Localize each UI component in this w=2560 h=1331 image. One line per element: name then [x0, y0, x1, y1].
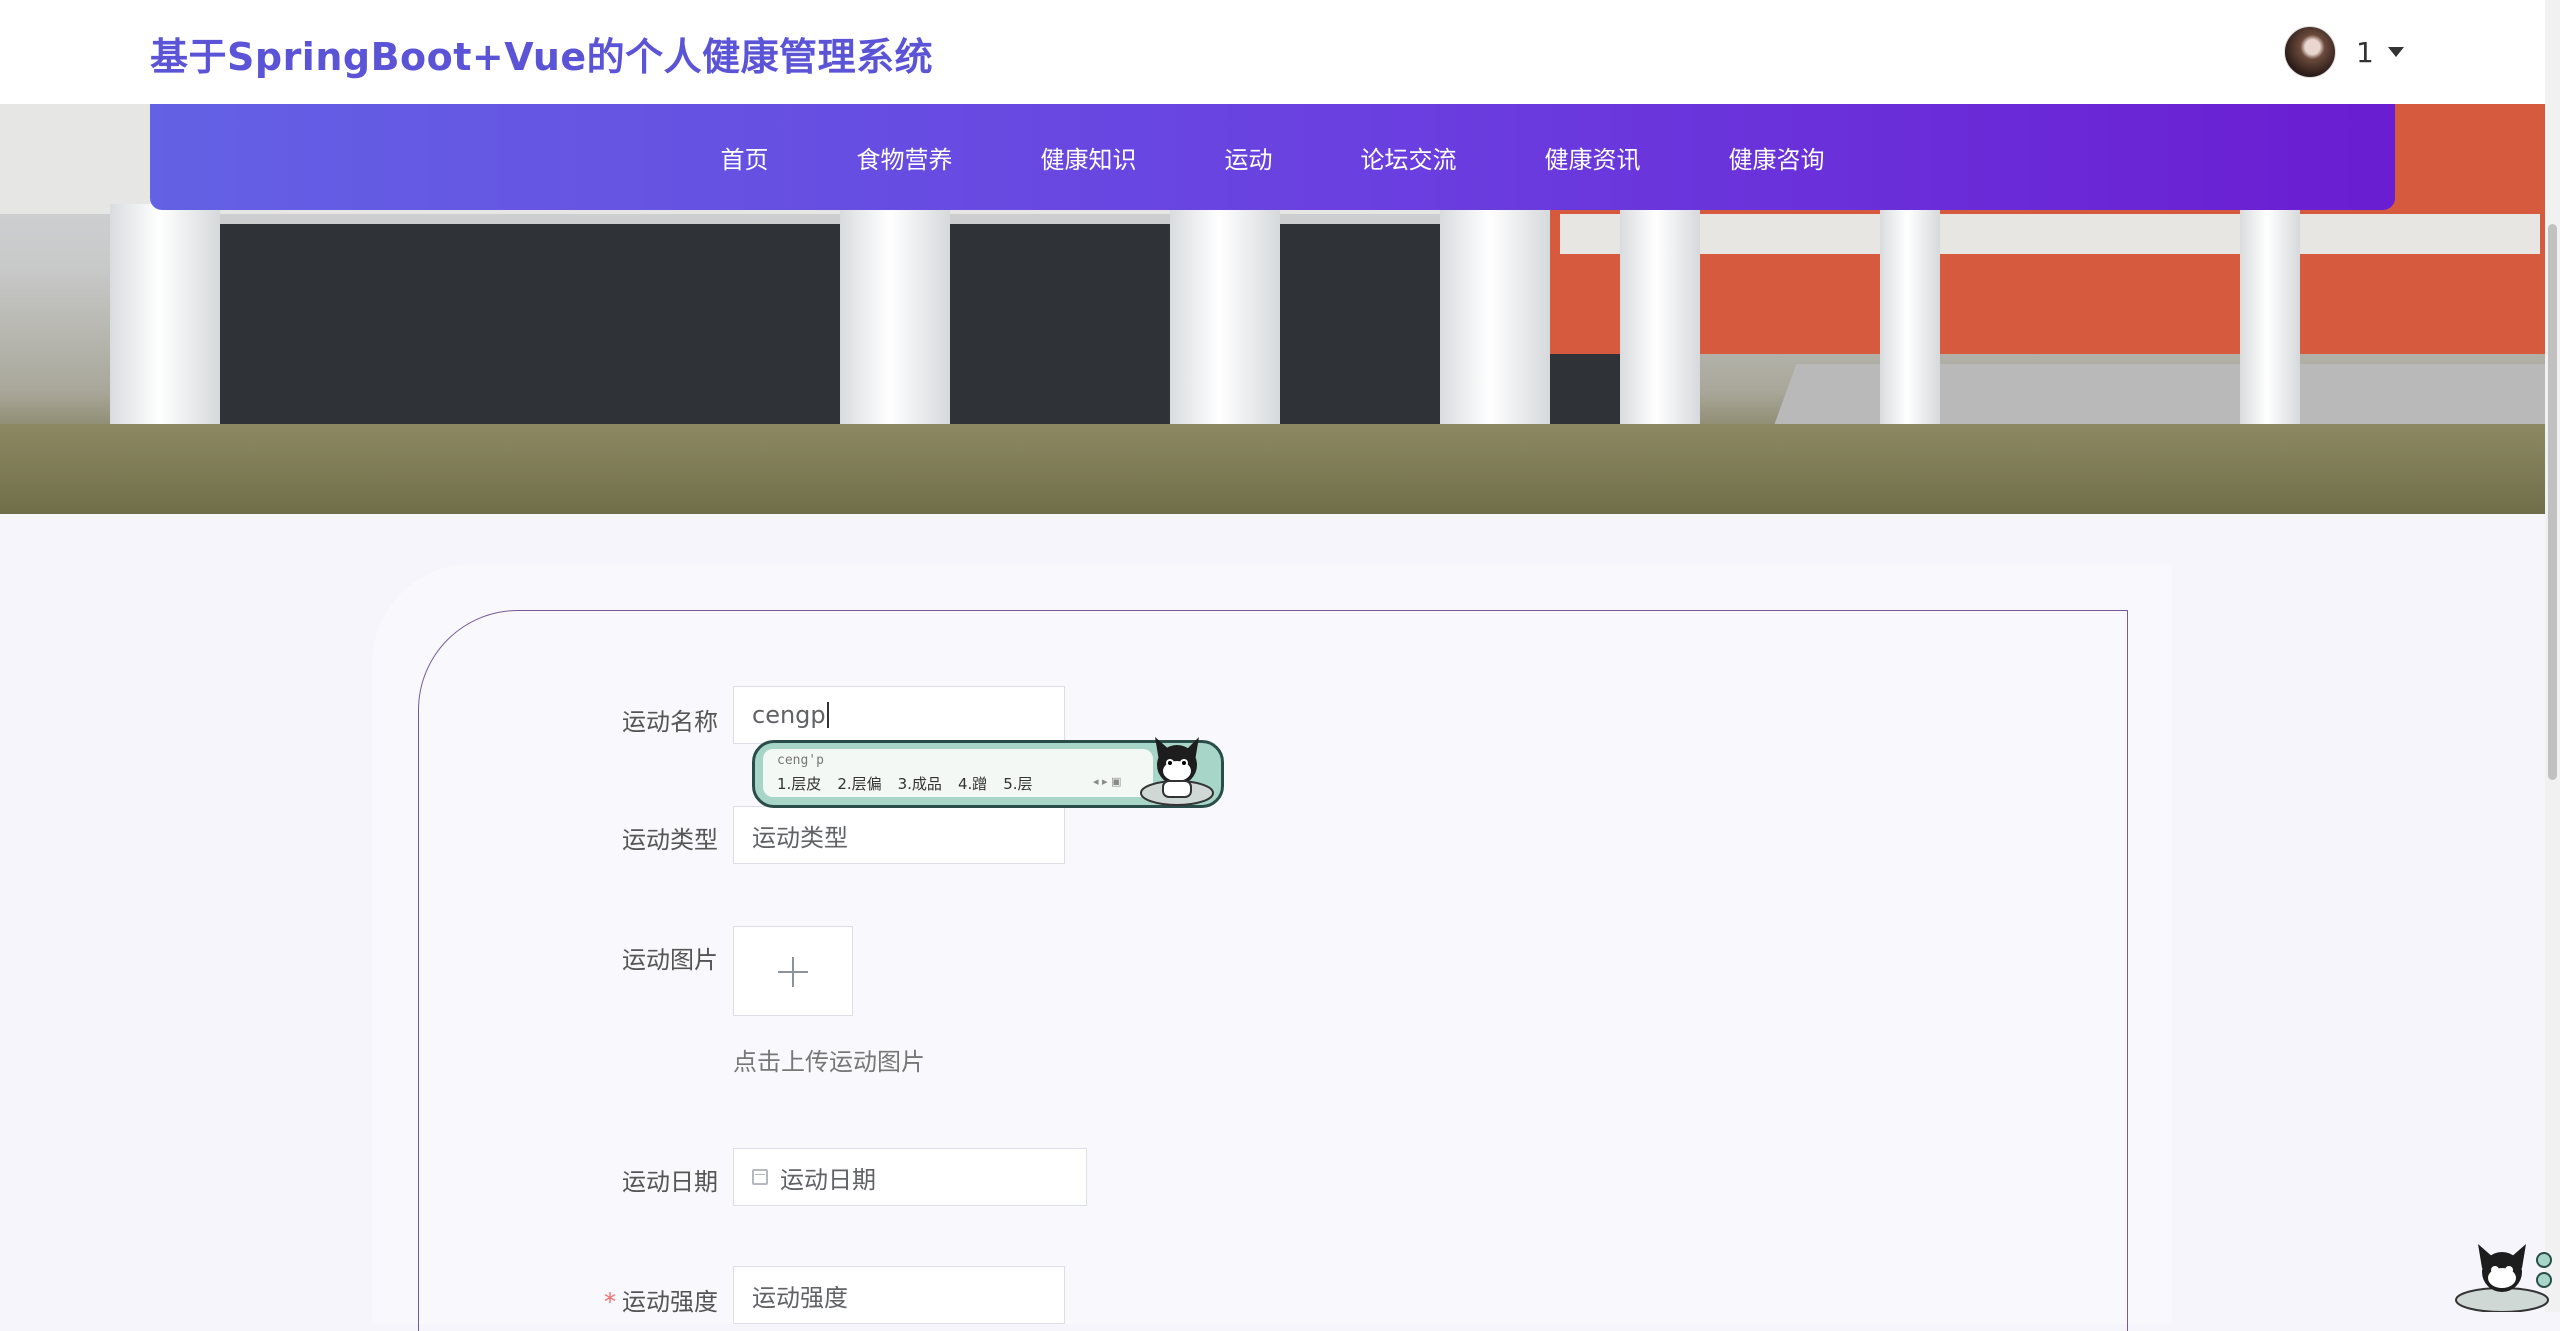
site-title: 基于SpringBoot+Vue的个人健康管理系统	[150, 35, 934, 79]
avatar[interactable]	[2284, 26, 2336, 78]
image-upload-button[interactable]	[733, 926, 853, 1016]
main-nav: 首页 食物营养 健康知识 运动 论坛交流 健康资讯 健康咨询	[150, 104, 2395, 210]
corner-cat-mascot-icon[interactable]	[2452, 1240, 2552, 1312]
exercise-type-label: 运动类型	[622, 826, 718, 854]
ime-panel: ceng'p 1.层皮 2.层偏 3.成品 4.蹭 5.层 ◂ ▸ ▣	[763, 749, 1153, 797]
user-menu[interactable]: 1	[2284, 26, 2404, 78]
nav-item[interactable]: 健康资讯	[1501, 140, 1685, 175]
top-header: 基于SpringBoot+Vue的个人健康管理系统 1	[0, 0, 2545, 104]
nav-item[interactable]: 运动	[1181, 140, 1317, 175]
exercise-date-picker[interactable]: 运动日期	[733, 1148, 1087, 1206]
scrollbar-thumb[interactable]	[2548, 224, 2557, 780]
banner-image-ledge	[1560, 214, 2540, 254]
exercise-intensity-input[interactable]: 运动强度	[733, 1266, 1065, 1324]
ime-candidate[interactable]: 5.层	[1003, 775, 1032, 793]
exercise-date-label: 运动日期	[622, 1168, 718, 1196]
exercise-name-label: 运动名称	[622, 708, 718, 736]
exercise-type-input[interactable]: 运动类型	[733, 806, 1065, 864]
banner-image-ground	[0, 424, 2545, 514]
nav-item[interactable]: 健康知识	[997, 140, 1181, 175]
nav-item[interactable]: 食物营养	[813, 140, 997, 175]
nav-item[interactable]: 健康咨询	[1685, 140, 1869, 175]
caret-down-icon[interactable]	[2387, 47, 2404, 57]
exercise-intensity-placeholder: 运动强度	[752, 1283, 848, 1312]
nav-item[interactable]: 论坛交流	[1317, 140, 1501, 175]
user-name[interactable]: 1	[2356, 36, 2374, 69]
page-scrollbar[interactable]	[2545, 0, 2560, 1312]
exercise-type-placeholder: 运动类型	[752, 823, 848, 852]
nav-item[interactable]: 首页	[677, 140, 813, 175]
cat-mascot-icon	[1140, 737, 1214, 806]
exercise-name-input[interactable]: cengp	[733, 686, 1065, 744]
exercise-date-placeholder: 运动日期	[780, 1165, 876, 1194]
exercise-image-label: 运动图片	[622, 946, 718, 974]
image-upload-hint: 点击上传运动图片	[733, 1048, 925, 1076]
exercise-name-value: cengp	[752, 701, 826, 729]
ime-candidate[interactable]: 4.蹭	[958, 775, 987, 793]
ime-composition-text: ceng'p	[777, 753, 824, 768]
ime-candidate[interactable]: 1.层皮	[777, 775, 821, 793]
ime-candidate-popup[interactable]: ceng'p 1.层皮 2.层偏 3.成品 4.蹭 5.层 ◂ ▸ ▣	[752, 737, 1224, 808]
plus-icon	[778, 957, 808, 987]
ime-page-arrows-icon[interactable]: ◂ ▸ ▣	[1093, 775, 1121, 788]
ime-candidate-list[interactable]: 1.层皮 2.层偏 3.成品 4.蹭 5.层	[777, 773, 1049, 794]
calendar-icon	[752, 1169, 768, 1185]
text-cursor	[826, 702, 829, 728]
ime-candidate[interactable]: 3.成品	[898, 775, 942, 793]
ime-candidate[interactable]: 2.层偏	[837, 775, 881, 793]
